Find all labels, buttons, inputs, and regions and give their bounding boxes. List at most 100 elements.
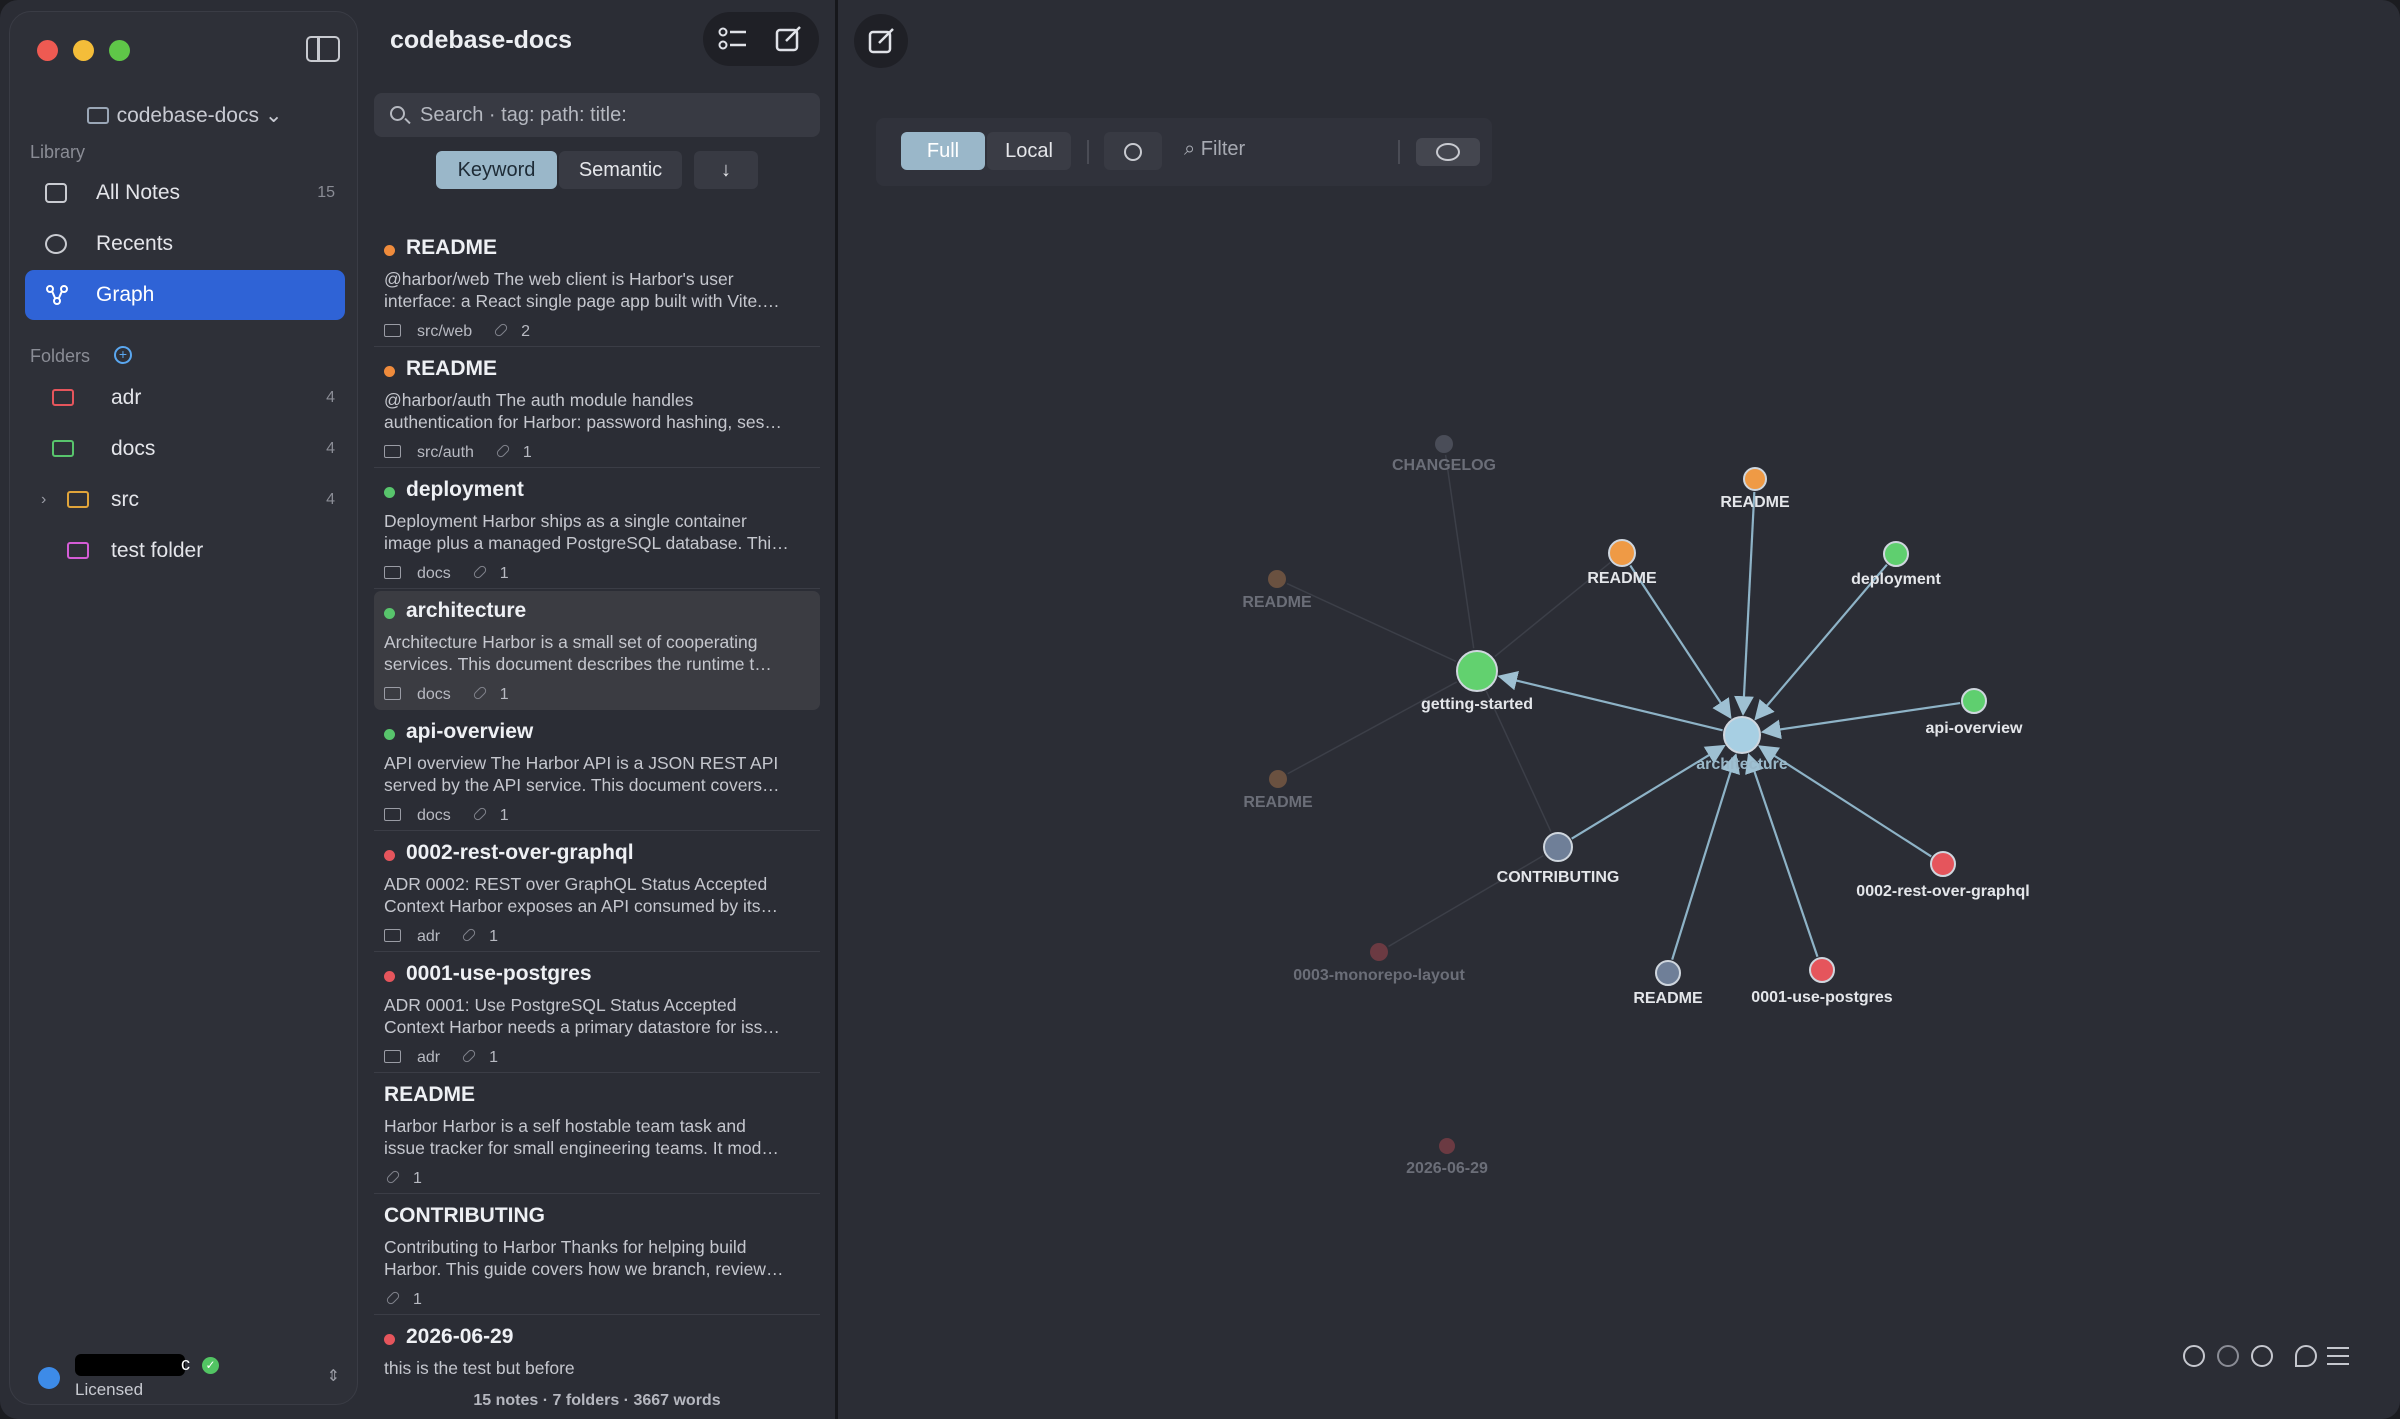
- graph-canvas[interactable]: architecture getting-started README README d…: [838, 190, 2400, 1250]
- nav-graph[interactable]: Graph: [25, 270, 345, 320]
- graph-node-changelog[interactable]: CHANGELOG: [1392, 435, 1496, 474]
- graph-node-readme-left2[interactable]: README: [1243, 770, 1313, 811]
- note-excerpt: Harbor Harbor is a self hostable team ta…: [384, 1115, 812, 1159]
- mode-semantic-button[interactable]: Semantic: [559, 151, 682, 189]
- folder-icon: [384, 566, 401, 579]
- close-window-button[interactable]: [37, 40, 58, 61]
- folder-item-adr[interactable]: adr 4: [25, 373, 345, 423]
- graph-node-circle[interactable]: [1608, 539, 1636, 567]
- graph-node-circle[interactable]: [1543, 832, 1573, 862]
- note-title: README: [406, 357, 498, 380]
- graph-node-0003[interactable]: 0003-monorepo-layout: [1293, 943, 1465, 984]
- graph-node-circle[interactable]: [1456, 650, 1498, 692]
- filter-search-icon: ⌕: [1184, 138, 1201, 160]
- excerpt-line: @harbor/auth The auth module handles: [384, 390, 694, 410]
- color-palette-button[interactable]: [1416, 138, 1480, 166]
- excerpt-line: services. This document describes the ru…: [384, 654, 772, 674]
- excerpt-line: served by the API service. This document…: [384, 775, 780, 795]
- graph-mode-full[interactable]: Full: [901, 132, 985, 170]
- graph-node-circle[interactable]: [1655, 960, 1681, 986]
- graph-node-circle[interactable]: [1268, 570, 1286, 588]
- note-list-item[interactable]: api-overview API overview The Harbor API …: [374, 712, 820, 831]
- graph-node-deployment[interactable]: deployment: [1851, 541, 1942, 588]
- toolbar-separator: [1087, 140, 1089, 164]
- graph-node-contributing[interactable]: CONTRIBUTING: [1497, 832, 1620, 886]
- graph-node-readme-mid[interactable]: README: [1587, 539, 1657, 587]
- note-list-item[interactable]: 2026-06-29 this is the test but before: [374, 1317, 820, 1387]
- graph-node-getting-started[interactable]: getting-started: [1421, 650, 1533, 713]
- note-list-item[interactable]: README @harbor/web The web client is Harb…: [374, 228, 820, 347]
- license-status: Licensed: [75, 1380, 144, 1399]
- graph-node-circle[interactable]: [1439, 1138, 1455, 1154]
- excerpt-line: @harbor/web The web client is Harbor's u…: [384, 269, 734, 289]
- excerpt-line: Harbor. This guide covers how we branch,…: [384, 1259, 784, 1279]
- note-excerpt: Contributing to Harbor Thanks for helpin…: [384, 1236, 812, 1280]
- zoom-window-button[interactable]: [109, 40, 130, 61]
- graph-edge: [1629, 564, 1732, 720]
- folder-count: 4: [326, 389, 335, 406]
- zoom-in-icon[interactable]: [2251, 1345, 2273, 1367]
- folder-item-test-folder[interactable]: test folder: [25, 526, 345, 576]
- graph-node-0001[interactable]: 0001-use-postgres: [1751, 957, 1893, 1006]
- excerpt-line: Deployment Harbor ships as a single cont…: [384, 511, 747, 531]
- note-list-item[interactable]: deployment Deployment Harbor ships as a s…: [374, 470, 820, 589]
- new-note-icon[interactable]: [775, 26, 803, 52]
- graph-node-label: CHANGELOG: [1392, 457, 1496, 474]
- folder-item-docs[interactable]: docs 4: [25, 424, 345, 474]
- note-list-item[interactable]: README @harbor/auth The auth module handl…: [374, 349, 820, 468]
- note-color-dot: [384, 1334, 395, 1345]
- graph-mode-local[interactable]: Local: [987, 132, 1071, 170]
- graph-node-circle[interactable]: [1723, 716, 1761, 754]
- graph-node-2026[interactable]: 2026-06-29: [1406, 1138, 1488, 1177]
- graph-node-api-overview[interactable]: api-overview: [1926, 688, 2023, 737]
- graph-node-circle[interactable]: [1883, 541, 1909, 567]
- note-title: deployment: [406, 478, 524, 501]
- folder-item-src[interactable]: › src 4: [25, 475, 345, 525]
- note-list-item[interactable]: README Harbor Harbor is a self hostable t…: [374, 1075, 820, 1194]
- note-meta: 1: [384, 1290, 422, 1309]
- graph-node-label: README: [1720, 494, 1790, 511]
- zoom-out-icon[interactable]: [2183, 1345, 2205, 1367]
- graph-node-circle[interactable]: [1961, 688, 1987, 714]
- new-note-button[interactable]: [854, 14, 908, 68]
- graph-node-architecture[interactable]: architecture: [1696, 716, 1788, 773]
- refresh-icon[interactable]: [2295, 1345, 2317, 1367]
- sort-arrow-icon[interactable]: ↓: [694, 151, 758, 189]
- note-list-item[interactable]: architecture Architecture Harbor is a sma…: [374, 591, 820, 710]
- nav-all-notes[interactable]: All Notes 15: [25, 168, 345, 218]
- folder-label: src: [111, 488, 139, 511]
- excerpt-line: interface: a React single page app built…: [384, 291, 780, 311]
- excerpt-line: this is the test but before: [384, 1358, 575, 1378]
- reset-layout-button[interactable]: [1104, 132, 1162, 170]
- note-list-item[interactable]: 0001-use-postgres ADR 0001: Use PostgreSQ…: [374, 954, 820, 1073]
- list-footer-stats: 15 notes · 7 folders · 3667 words: [473, 1392, 721, 1409]
- graph-node-circle[interactable]: [1809, 957, 1835, 983]
- vault-switcher[interactable]: codebase-docs ⌄: [10, 100, 359, 132]
- checklist-icon[interactable]: [718, 26, 746, 52]
- nav-recents[interactable]: Recents: [25, 219, 345, 269]
- graph-node-circle[interactable]: [1269, 770, 1287, 788]
- note-list-item[interactable]: 0002-rest-over-graphql ADR 0002: REST ove…: [374, 833, 820, 952]
- graph-node-circle[interactable]: [1370, 943, 1388, 961]
- note-list-item[interactable]: CONTRIBUTING Contributing to Harbor Thank…: [374, 1196, 820, 1315]
- note-link-count: 1: [489, 928, 499, 945]
- mode-keyword-button[interactable]: Keyword: [436, 151, 557, 189]
- graph-node-circle[interactable]: [1743, 467, 1767, 491]
- sidebar-toggle-icon[interactable]: [306, 36, 340, 62]
- graph-node-circle[interactable]: [1930, 851, 1956, 877]
- search-input[interactable]: Search · tag: path: title:: [374, 93, 820, 137]
- minimize-window-button[interactable]: [73, 40, 94, 61]
- account-menu[interactable]: c ✓ Licensed ⇕: [24, 1352, 354, 1402]
- graph-filter-input[interactable]: ⌕ Filter: [1184, 138, 1245, 161]
- link-icon: [472, 564, 488, 580]
- graph-node-0002[interactable]: 0002-rest-over-graphql: [1856, 851, 2030, 900]
- clock-icon: [45, 234, 67, 254]
- graph-node-readme-bottom[interactable]: README: [1633, 960, 1703, 1007]
- graph-node-readme-top[interactable]: README: [1720, 467, 1790, 511]
- graph-node-label: getting-started: [1421, 696, 1533, 713]
- chevron-right-icon[interactable]: ›: [41, 475, 46, 525]
- add-folder-icon[interactable]: +: [114, 346, 132, 364]
- settings-sliders-icon[interactable]: [2327, 1347, 2349, 1365]
- zoom-reset-icon[interactable]: [2217, 1345, 2239, 1367]
- graph-node-circle[interactable]: [1435, 435, 1453, 453]
